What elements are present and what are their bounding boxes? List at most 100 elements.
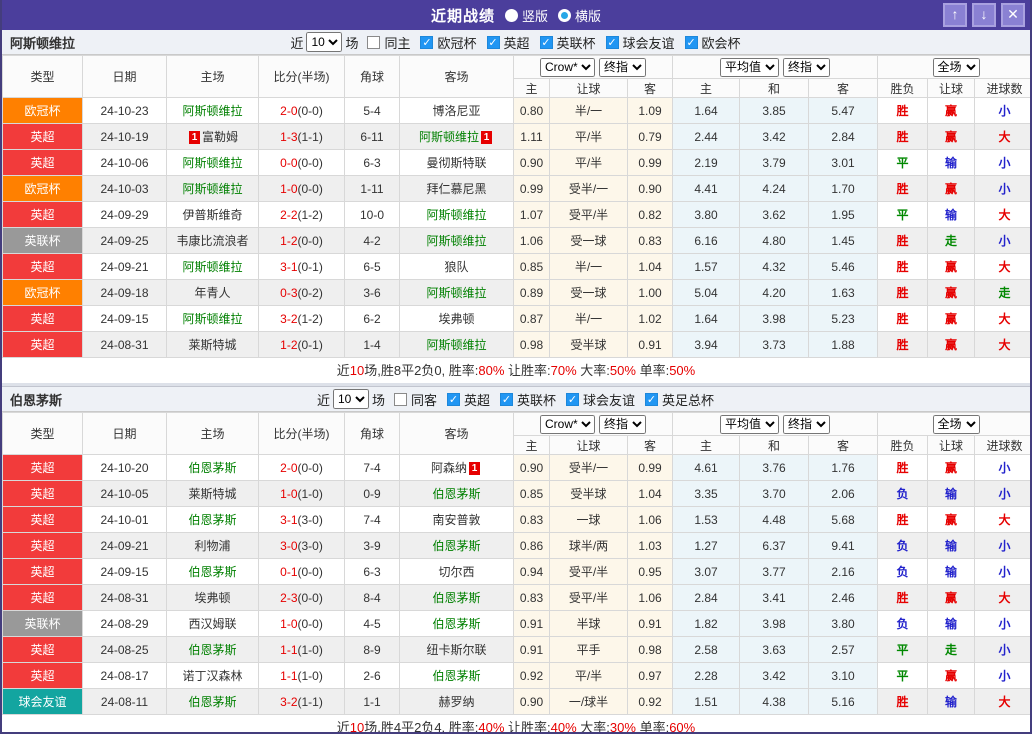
same-venue-checkbox[interactable] [393, 392, 407, 406]
halftime-score: (1-1) [297, 129, 323, 144]
team-link[interactable]: 南安普敦 [432, 513, 480, 527]
team-link[interactable]: 伯恩茅斯 [188, 643, 236, 657]
team-link[interactable]: 阿斯顿维拉 [426, 286, 486, 300]
league-checkbox[interactable]: ✓ [486, 35, 500, 49]
handicap-stage-select[interactable]: 终指 [599, 57, 646, 77]
league-checkbox[interactable]: ✓ [566, 392, 580, 406]
league-checkbox[interactable]: ✓ [605, 35, 619, 49]
team-link[interactable]: 伯恩茅斯 [432, 487, 480, 501]
avg-stage-select[interactable]: 终指 [783, 57, 830, 77]
team-link[interactable]: 伊普斯维奇 [182, 208, 242, 222]
goals-result-cell: 小 [974, 149, 1030, 176]
team-link[interactable]: 伯恩茅斯 [188, 565, 236, 579]
team-link[interactable]: 伯恩茅斯 [432, 617, 480, 631]
avg-stage-select[interactable]: 终指 [783, 414, 830, 434]
summary-segment: 近 [336, 363, 350, 378]
team-link[interactable]: 阿斯顿维拉 [426, 234, 486, 248]
matches-table: 类型 日期 主场 比分(半场) 角球 客场 Crow* 终指 平均值 终指 全场主让球客主和客胜负让… [2, 55, 1030, 358]
filter-suffix-label: 场 [345, 35, 359, 51]
team-link[interactable]: 伯恩茅斯 [432, 669, 480, 683]
league-checkbox[interactable]: ✓ [420, 35, 434, 49]
league-checkbox[interactable]: ✓ [446, 392, 460, 406]
team-link[interactable]: 阿斯顿维拉 [182, 312, 242, 326]
bookmaker-select[interactable]: Crow* [540, 57, 595, 77]
result-cell: 平 [877, 636, 929, 663]
team-link[interactable]: 赫罗纳 [438, 695, 474, 709]
league-checkbox-label: 球会友谊 [583, 392, 636, 408]
team-link[interactable]: 西汉姆联 [188, 617, 236, 631]
match-date-cell: 24-09-18 [82, 279, 167, 306]
match-date-cell: 24-09-15 [82, 305, 167, 332]
odds-handicap-cell: 受平/半 [549, 584, 628, 611]
scroll-up-button[interactable]: ↑ [943, 3, 967, 27]
team-link[interactable]: 伯恩茅斯 [188, 695, 236, 709]
team-link[interactable]: 拜仁慕尼黑 [426, 182, 486, 196]
team-link[interactable]: 韦康比流浪者 [176, 234, 248, 248]
radio-vertical-layout[interactable]: 竖版 [504, 6, 548, 25]
radio-horizontal-dot[interactable] [558, 8, 571, 22]
match-row: 英超 24-10-06 阿斯顿维拉 0-0(0-0) 6-3 曼彻斯特联 0.90 平/半 0.… [2, 149, 1030, 176]
team-link[interactable]: 埃弗顿 [438, 312, 474, 326]
column-subheader: 客 [807, 435, 879, 455]
team-link[interactable]: 阿斯顿维拉 [182, 260, 242, 274]
halftime-score: (0-0) [297, 155, 323, 170]
recent-count-select[interactable]: 10 [306, 32, 343, 52]
corner-cell: 3-6 [344, 279, 400, 306]
average-select[interactable]: 平均值 [720, 414, 779, 434]
team-link[interactable]: 伯恩茅斯 [188, 461, 236, 475]
team-link[interactable]: 莱斯特城 [188, 338, 236, 352]
team-link[interactable]: 伯恩茅斯 [188, 513, 236, 527]
team-link[interactable]: 阿斯顿维拉 [182, 156, 242, 170]
match-row: 英超 24-09-21 利物浦 3-0(3-0) 3-9 伯恩茅斯 0.86 球半/两 1.03… [2, 532, 1030, 559]
away-team-cell: 阿斯顿维拉 [399, 331, 514, 358]
away-team-cell: 赫罗纳 [399, 688, 514, 715]
radio-vertical-label: 竖版 [521, 8, 548, 24]
team-link[interactable]: 阿斯顿维拉 [182, 104, 242, 118]
close-button[interactable]: ✕ [1001, 3, 1025, 27]
radio-horizontal-layout[interactable]: 横版 [558, 6, 601, 25]
league-checkbox[interactable]: ✓ [500, 392, 513, 406]
team-link[interactable]: 伯恩茅斯 [432, 539, 480, 553]
team-link[interactable]: 伯恩茅斯 [432, 591, 480, 605]
same-venue-checkbox[interactable] [367, 35, 381, 49]
team-link[interactable]: 阿森纳 [431, 461, 467, 475]
team-link[interactable]: 埃弗顿 [194, 591, 230, 605]
titlebar-center: 近期战绩 竖版 横版 [2, 5, 1030, 26]
summary-segment: 让胜率: [504, 720, 551, 734]
team-link[interactable]: 狼队 [444, 260, 468, 274]
team-link[interactable]: 莱斯特城 [188, 487, 236, 501]
recent-count-select[interactable]: 10 [332, 389, 369, 409]
team-link[interactable]: 博洛尼亚 [432, 104, 480, 118]
team-link[interactable]: 阿斯顿维拉 [419, 130, 479, 144]
team-link[interactable]: 阿斯顿维拉 [182, 182, 242, 196]
scope-select[interactable]: 全场 [932, 414, 980, 434]
team-link[interactable]: 阿斯顿维拉 [426, 338, 486, 352]
team-link[interactable]: 切尔西 [438, 565, 474, 579]
team-link[interactable]: 富勒姆 [202, 130, 238, 144]
summary-segment: 场,胜4平2负4, 胜率: [364, 720, 479, 734]
team-link[interactable]: 利物浦 [194, 539, 230, 553]
radio-vertical-dot[interactable] [504, 8, 518, 22]
bookmaker-select[interactable]: Crow* [540, 414, 595, 434]
away-team-cell: 阿斯顿维拉 1 [399, 123, 514, 150]
handicap-result-cell: 赢 [927, 506, 976, 533]
league-checkbox[interactable]: ✓ [539, 35, 553, 49]
average-select[interactable]: 平均值 [720, 57, 779, 77]
odds-away-cell: 0.82 [627, 201, 673, 228]
team-link[interactable]: 阿斯顿维拉 [426, 208, 486, 222]
home-team-cell: 阿斯顿维拉 [166, 149, 259, 176]
scope-select[interactable]: 全场 [932, 57, 980, 77]
team-link[interactable]: 曼彻斯特联 [426, 156, 486, 170]
match-date-cell: 24-09-15 [82, 558, 167, 585]
fulltime-score: 2-2 [280, 207, 298, 222]
team-link[interactable]: 纽卡斯尔联 [426, 643, 486, 657]
column-subheader: 让球 [549, 435, 628, 455]
league-checkbox[interactable]: ✓ [684, 35, 698, 49]
team-link[interactable]: 诺丁汉森林 [182, 669, 242, 683]
handicap-stage-select[interactable]: 终指 [599, 414, 646, 434]
team-link[interactable]: 年青人 [194, 286, 230, 300]
league-checkbox[interactable]: ✓ [645, 392, 659, 406]
fulltime-score: 0-0 [280, 155, 298, 170]
scroll-down-button[interactable]: ↓ [972, 3, 996, 27]
odds-away-cell: 0.83 [627, 227, 673, 254]
